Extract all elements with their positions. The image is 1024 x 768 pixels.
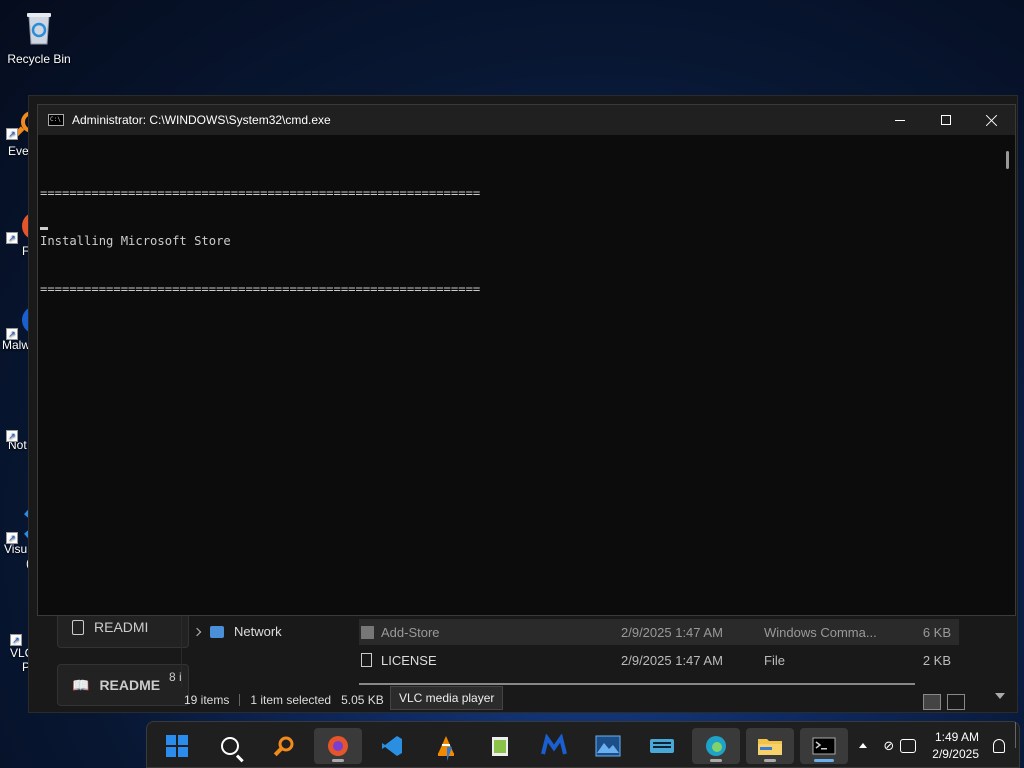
show-desktop-button[interactable] xyxy=(1015,722,1016,748)
chevron-right-icon[interactable] xyxy=(192,627,202,636)
taskbar-tooltip: VLC media player xyxy=(390,686,504,710)
recycle-bin-label: Recycle Bin xyxy=(7,52,71,66)
console-line: ========================================… xyxy=(40,282,481,296)
selection-count: 1 item selected xyxy=(250,693,332,707)
search-button[interactable] xyxy=(206,728,254,764)
taskbar-notepad-plus[interactable] xyxy=(476,728,524,764)
maximize-icon xyxy=(941,115,951,125)
book-icon: 📖 xyxy=(72,676,90,693)
start-button[interactable] xyxy=(153,728,201,764)
item-count: 19 items xyxy=(184,693,230,707)
horizontal-scrollbar[interactable] xyxy=(359,683,915,685)
cmd-file-icon xyxy=(361,625,374,639)
document-icon xyxy=(361,653,372,667)
taskbar-file-explorer[interactable] xyxy=(746,728,794,764)
taskbar-malwarebytes[interactable] xyxy=(530,728,578,764)
vertical-scrollbar[interactable] xyxy=(1006,151,1009,169)
keyboard-icon xyxy=(650,739,674,753)
taskbar-photos[interactable] xyxy=(584,728,632,764)
view-toggle xyxy=(923,694,965,710)
cmd-title-bar[interactable]: C:\ Administrator: C:\WINDOWS\System32\c… xyxy=(38,105,1015,135)
status-bar: 19 items 1 item selected 5.05 KB xyxy=(184,693,384,707)
document-icon xyxy=(72,619,84,635)
taskbar-everything[interactable] xyxy=(260,728,308,764)
firefox-icon xyxy=(328,736,348,756)
display-icon[interactable] xyxy=(900,738,917,753)
recycle-bin-icon xyxy=(19,8,59,48)
items-count-fragment: 8 i xyxy=(169,670,182,684)
network-tray-icon[interactable]: ⊘ xyxy=(883,738,894,754)
minimize-icon xyxy=(895,119,905,121)
mouse-cursor-icon xyxy=(447,747,452,761)
cmd-icon xyxy=(812,737,836,755)
taskbar-firefox[interactable] xyxy=(314,728,362,764)
taskbar: ⊘ 1:49 AM 2/9/2025 xyxy=(146,721,1020,768)
nav-item-network[interactable]: Network xyxy=(192,624,282,639)
maximize-button[interactable] xyxy=(923,105,969,135)
show-hidden-icons-icon[interactable] xyxy=(859,743,868,748)
file-row[interactable]: LICENSE 2/9/2025 1:47 AM File 2 KB xyxy=(359,647,959,673)
close-button[interactable] xyxy=(969,105,1015,135)
cmd-icon: C:\ xyxy=(48,114,64,126)
folder-icon xyxy=(758,739,782,755)
vlc-icon xyxy=(438,736,454,756)
text-cursor xyxy=(40,227,48,230)
taskbar-vlc[interactable] xyxy=(422,728,470,764)
tiles-view-icon[interactable] xyxy=(947,694,965,710)
window-title: Administrator: C:\WINDOWS\System32\cmd.e… xyxy=(72,113,331,127)
edge-icon xyxy=(706,736,726,756)
taskbar-edge[interactable] xyxy=(692,728,740,764)
console-line: Installing Microsoft Store xyxy=(40,234,231,248)
selection-size: 5.05 KB xyxy=(341,693,384,707)
clock-date: 2/9/2025 xyxy=(932,746,979,761)
clock-time: 1:49 AM xyxy=(934,729,979,744)
notification-bell-icon[interactable] xyxy=(993,738,1005,753)
scroll-down-arrow-icon[interactable] xyxy=(995,693,1005,699)
search-icon xyxy=(221,737,239,755)
taskbar-cmd[interactable] xyxy=(800,728,848,764)
everything-icon xyxy=(273,736,294,757)
close-icon xyxy=(986,114,998,126)
details-view-icon[interactable] xyxy=(923,694,941,710)
vscode-icon xyxy=(382,736,402,756)
minimize-button[interactable] xyxy=(877,105,923,135)
photos-icon xyxy=(595,735,621,757)
console-output[interactable]: ========================================… xyxy=(40,153,480,329)
taskbar-keyboard[interactable] xyxy=(638,728,686,764)
navigation-pane: Network xyxy=(181,612,356,687)
network-icon xyxy=(210,625,224,638)
notepad-plus-icon xyxy=(492,737,508,756)
recycle-bin-desktop-icon[interactable]: Recycle Bin xyxy=(4,8,74,66)
console-line: ========================================… xyxy=(40,186,481,200)
cmd-window[interactable]: C:\ Administrator: C:\WINDOWS\System32\c… xyxy=(37,104,1016,616)
system-tray: ⊘ 1:49 AM 2/9/2025 xyxy=(859,722,1019,768)
clock[interactable]: 1:49 AM 2/9/2025 xyxy=(932,729,979,763)
windows-logo-icon xyxy=(166,735,188,757)
taskbar-vscode[interactable] xyxy=(368,728,416,764)
malwarebytes-icon xyxy=(541,734,567,755)
file-row[interactable]: Add-Store 2/9/2025 1:47 AM Windows Comma… xyxy=(359,619,959,645)
